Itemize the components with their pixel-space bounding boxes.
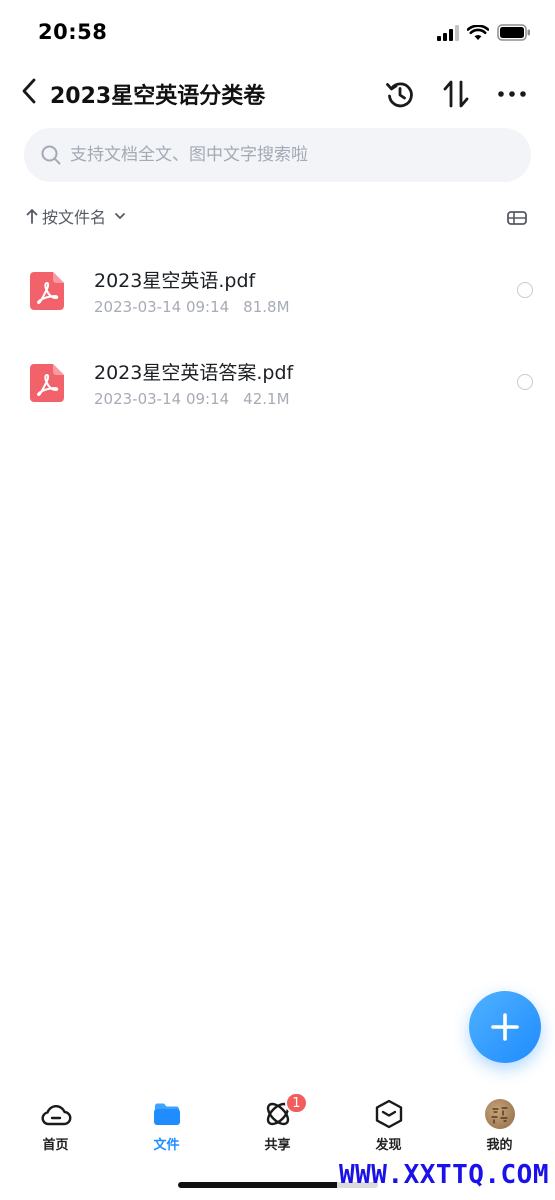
- file-size: 81.8M: [243, 298, 290, 316]
- file-meta: 2023-03-14 09:14 42.1M: [94, 390, 290, 408]
- search-icon: [41, 145, 61, 165]
- add-button[interactable]: [469, 991, 541, 1063]
- tab-icon-wrap: [484, 1098, 516, 1130]
- avatar-pattern-icon: [490, 1107, 508, 1124]
- tab-label: 文件: [153, 1138, 180, 1153]
- file-date: 2023-03-14 09:14: [94, 390, 230, 408]
- cloud-icon: [41, 1105, 71, 1126]
- sort-label: 按文件名: [42, 208, 107, 227]
- tab-profile[interactable]: 我的: [444, 1090, 555, 1160]
- folder-icon: [153, 1103, 180, 1125]
- file-name: 2023星空英语.pdf: [94, 270, 256, 292]
- status-icons: [437, 24, 531, 41]
- tab-icon-wrap: [373, 1098, 405, 1130]
- cellular-signal-icon: [437, 24, 459, 41]
- sort-order-button[interactable]: [438, 76, 474, 112]
- search-box[interactable]: [24, 128, 531, 182]
- file-row[interactable]: 2023星空英语答案.pdf 2023-03-14 09:14 42.1M: [0, 332, 555, 424]
- view-mode-toggle[interactable]: [505, 206, 529, 230]
- file-row[interactable]: 2023星空英语.pdf 2023-03-14 09:14 81.8M: [0, 240, 555, 332]
- tab-files[interactable]: 文件: [111, 1090, 222, 1160]
- tab-label: 我的: [486, 1138, 513, 1153]
- nav-bar: 2023星空英语分类卷: [0, 64, 555, 124]
- file-list: 2023星空英语.pdf 2023-03-14 09:14 81.8M 2023…: [0, 240, 555, 424]
- file-select-checkbox[interactable]: [517, 282, 533, 298]
- pdf-file-icon: [30, 364, 64, 402]
- arrow-up-icon: [26, 209, 38, 224]
- file-name: 2023星空英语答案.pdf: [94, 362, 294, 384]
- avatar: [484, 1099, 515, 1129]
- sort-by-name-button[interactable]: 按文件名: [26, 204, 126, 228]
- back-button[interactable]: [14, 74, 44, 108]
- watermark-text: WWW.XXTTQ.COM: [337, 1160, 551, 1190]
- plus-icon: [491, 1013, 519, 1041]
- tab-icon-wrap: 1: [262, 1092, 308, 1130]
- tab-discover[interactable]: 发现: [333, 1090, 444, 1160]
- battery-icon: [497, 24, 530, 41]
- tab-label: 发现: [375, 1138, 402, 1153]
- sort-row: 按文件名: [26, 204, 531, 232]
- file-select-checkbox[interactable]: [517, 374, 533, 390]
- tab-label: 首页: [42, 1138, 69, 1153]
- tab-home[interactable]: 首页: [0, 1090, 111, 1160]
- more-dots-icon: [498, 91, 526, 97]
- pdf-file-icon: [30, 272, 64, 310]
- tab-icon-wrap: [40, 1098, 72, 1130]
- status-time: 20:58: [38, 20, 108, 44]
- status-bar: 20:58: [0, 0, 555, 64]
- history-icon: [386, 82, 413, 108]
- file-date: 2023-03-14 09:14: [94, 298, 230, 316]
- history-button[interactable]: [382, 76, 418, 112]
- tab-icon-wrap: [151, 1098, 183, 1130]
- tab-bar: 首页 文件 1 共享 发现 我的: [0, 1090, 555, 1160]
- wifi-icon: [467, 24, 489, 40]
- file-size: 42.1M: [243, 390, 290, 408]
- list-view-icon: [507, 211, 527, 225]
- file-meta: 2023-03-14 09:14 81.8M: [94, 298, 290, 316]
- more-button[interactable]: [494, 76, 530, 112]
- search-input[interactable]: [70, 145, 490, 165]
- chevron-left-icon: [22, 78, 36, 104]
- tab-share[interactable]: 1 共享: [222, 1090, 333, 1160]
- page-title: 2023星空英语分类卷: [50, 84, 266, 109]
- tab-label: 共享: [264, 1138, 291, 1153]
- cube-icon: [375, 1099, 402, 1129]
- notification-badge: 1: [285, 1092, 308, 1114]
- chevron-down-icon: [115, 213, 125, 219]
- sort-arrows-icon: [443, 80, 469, 108]
